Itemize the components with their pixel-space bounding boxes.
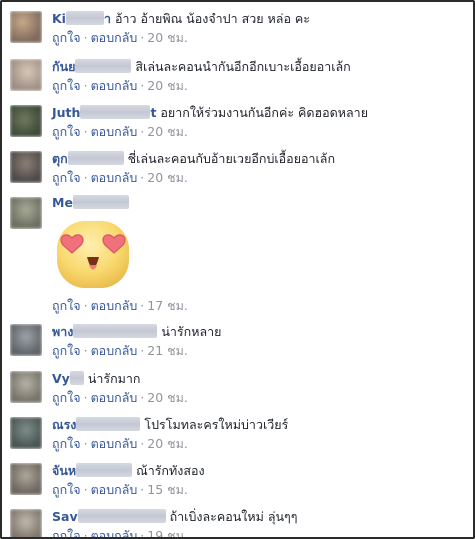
like-link[interactable]: ถูกใจ (52, 343, 81, 358)
comment-text: ชี่เล่นละคอนกับอ้ายเวยอีกบ่เอื้อยอาเล้ก (127, 151, 336, 166)
comment-timestamp[interactable]: 20 ชม. (147, 436, 188, 451)
avatar[interactable] (10, 59, 42, 91)
comment-author[interactable]: Vy (52, 371, 84, 386)
reply-link[interactable]: ตอบกลับ (91, 78, 138, 93)
comment-text: อยากให้ร่วมงานกันอีกค่ะ คิดฮอดหลาย (160, 105, 369, 120)
reply-link[interactable]: ตอบกลับ (91, 390, 138, 405)
avatar[interactable] (10, 371, 42, 403)
comment-author[interactable]: กันย (52, 59, 132, 74)
comment-timestamp[interactable]: 19 ชม. (147, 528, 188, 537)
reply-link[interactable]: ตอบกลับ (91, 30, 138, 45)
comment-author[interactable]: พาง (52, 324, 158, 339)
like-link[interactable]: ถูกใจ (52, 482, 81, 497)
avatar[interactable] (10, 197, 42, 229)
reply-link[interactable]: ตอบกลับ (91, 170, 138, 185)
comment-timestamp[interactable]: 20 ชม. (147, 390, 188, 405)
like-link[interactable]: ถูกใจ (52, 436, 81, 451)
comment-author[interactable]: Sav (52, 509, 166, 524)
comment-timestamp[interactable]: 20 ชม. (147, 170, 188, 185)
like-link[interactable]: ถูกใจ (52, 30, 81, 45)
reply-link[interactable]: ตอบกลับ (91, 528, 138, 537)
comment-author[interactable]: Me (52, 195, 129, 210)
avatar[interactable] (10, 417, 42, 449)
like-link[interactable]: ถูกใจ (52, 124, 81, 139)
comment-text: โปรโมทละครใหม่บ่าวเวียร์ (144, 417, 289, 432)
reply-link[interactable]: ตอบกลับ (91, 482, 138, 497)
like-link[interactable]: ถูกใจ (52, 528, 81, 537)
comment-text: น่ารักมาก (87, 371, 141, 386)
like-link[interactable]: ถูกใจ (52, 170, 81, 185)
comment-text: ถ้าเบิ่งละคอนใหม่ ลุ่นๆๆ (169, 509, 298, 524)
avatar[interactable] (10, 11, 42, 43)
comment-timestamp[interactable]: 21 ชม. (147, 343, 188, 358)
avatar[interactable] (10, 509, 42, 537)
comment-timestamp[interactable]: 20 ชม. (147, 30, 188, 45)
comment-text: ณ้ารักทังสอง (136, 463, 205, 478)
comment-timestamp[interactable]: 20 ชม. (147, 124, 188, 139)
comment-author[interactable]: Ki า (52, 11, 111, 26)
comment-timestamp[interactable]: 20 ชม. (147, 78, 188, 93)
comment-author[interactable]: Juth t (52, 105, 156, 120)
reply-link[interactable]: ตอบกลับ (91, 298, 138, 313)
comment-text: สิเล่นละคอนนำกันอีกอีกเบาะเอื้อยอาเล้ก (135, 59, 351, 74)
comment-text: น่ารักหลาย (161, 324, 222, 339)
avatar[interactable] (10, 105, 42, 137)
heart-eyes-emoji-icon (54, 219, 132, 291)
comment-timestamp[interactable]: 15 ชม. (147, 482, 188, 497)
comment-author[interactable]: ณรง (52, 417, 141, 432)
comment-timestamp[interactable]: 17 ชม. (147, 298, 188, 313)
reply-link[interactable]: ตอบกลับ (91, 343, 138, 358)
comment-author[interactable]: ตุก (52, 151, 124, 166)
comments-panel: Ki า อ้าว อ้ายพิณ น้องจำปา สวย หล่อ คะ ถู… (0, 0, 475, 539)
like-link[interactable]: ถูกใจ (52, 390, 81, 405)
like-link[interactable]: ถูกใจ (52, 78, 81, 93)
comment-text: อ้าว อ้ายพิณ น้องจำปา สวย หล่อ คะ (115, 11, 311, 26)
avatar[interactable] (10, 324, 42, 356)
reply-link[interactable]: ตอบกลับ (91, 124, 138, 139)
comment-author[interactable]: จันห (52, 463, 133, 478)
avatar[interactable] (10, 151, 42, 183)
reply-link[interactable]: ตอบกลับ (91, 436, 138, 451)
like-link[interactable]: ถูกใจ (52, 298, 81, 313)
avatar[interactable] (10, 463, 42, 495)
